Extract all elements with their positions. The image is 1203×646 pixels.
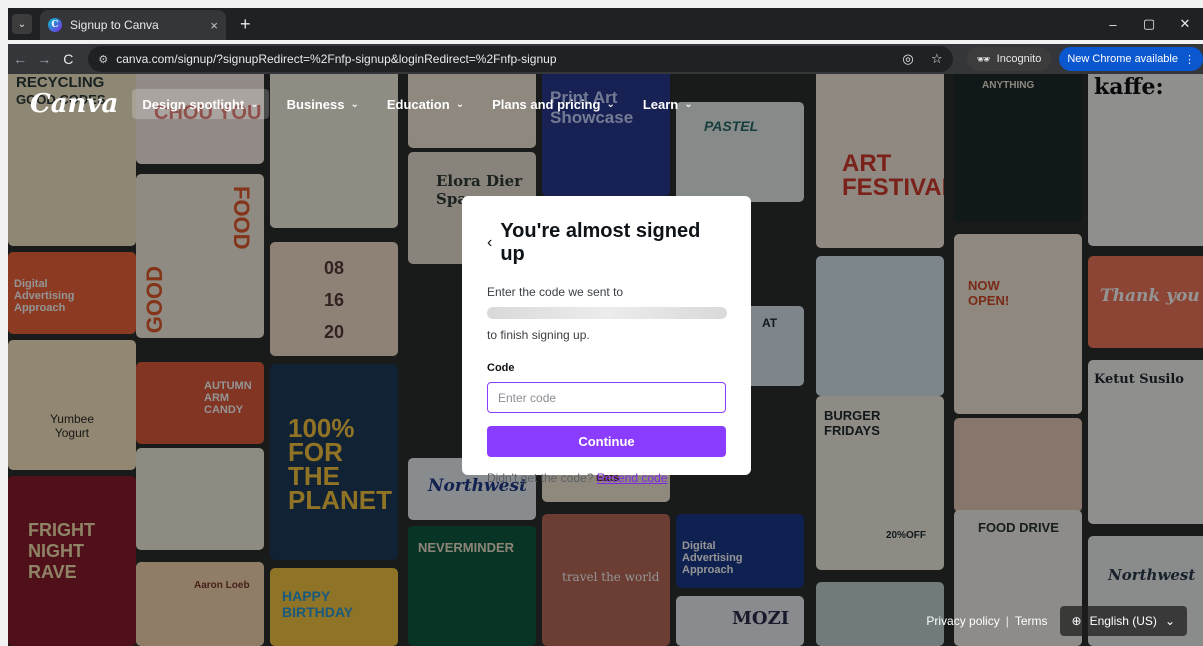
site-settings-icon[interactable]: ⚙: [98, 53, 108, 66]
chevron-down-icon: ⌄: [684, 98, 693, 110]
browser-toolbar: ← → C ⚙ canva.com/signup/?signupRedirect…: [8, 44, 1203, 74]
incognito-label: Incognito: [996, 53, 1042, 65]
chevron-down-icon: ⌄: [455, 98, 465, 110]
address-bar[interactable]: ⚙ canva.com/signup/?signupRedirect=%2Fnf…: [88, 46, 953, 72]
dialog-title-row: ‹ You're almost signed up: [487, 220, 726, 266]
language-selector[interactable]: ⊕ English (US) ⌄: [1059, 606, 1187, 636]
redacted-email: [487, 307, 727, 319]
language-label: English (US): [1089, 614, 1157, 628]
resend-code-link[interactable]: Resend code: [597, 471, 668, 485]
forward-icon[interactable]: →: [32, 51, 56, 67]
chevron-down-icon: ⌄: [1164, 614, 1175, 628]
tab-title: Signup to Canva: [70, 18, 159, 32]
top-navigation: Canva Design spotlight ⌄ Business ⌄ Educat…: [8, 74, 1203, 134]
terms-link[interactable]: Terms: [1015, 614, 1048, 628]
tab-close-icon[interactable]: ×: [210, 18, 218, 33]
instruction-text: Enter the code we sent to: [487, 285, 624, 299]
close-window-icon[interactable]: ✕: [1167, 16, 1203, 32]
window-controls: – ▢ ✕: [1095, 8, 1203, 40]
incognito-badge[interactable]: 🕶 Incognito: [966, 47, 1052, 71]
privacy-policy-link[interactable]: Privacy policy: [926, 614, 999, 628]
verification-code-dialog: ‹ You're almost signed up Enter the code…: [462, 196, 751, 485]
nav-item-business[interactable]: Business ⌄: [277, 89, 369, 119]
code-input[interactable]: [487, 382, 726, 413]
browser-tab[interactable]: C Signup to Canva ×: [40, 10, 226, 40]
globe-icon: ⊕: [1071, 614, 1082, 628]
nav-item-learn[interactable]: Learn ⌄: [633, 89, 703, 119]
chevron-down-icon: ⌄: [606, 98, 615, 110]
canva-favicon-icon: C: [48, 18, 62, 32]
reload-icon[interactable]: C: [56, 51, 80, 67]
incognito-icon: 🕶: [976, 53, 991, 66]
minimize-icon[interactable]: –: [1095, 17, 1131, 32]
restore-icon[interactable]: ▢: [1131, 16, 1167, 32]
new-tab-button[interactable]: +: [240, 14, 251, 35]
eye-slash-icon[interactable]: ◎: [902, 51, 913, 66]
back-chevron-icon[interactable]: ‹: [487, 234, 492, 252]
instruction-text-2: to finish signing up.: [487, 328, 590, 342]
resend-row: Didn't get the code? Resend code: [487, 471, 726, 485]
new-chrome-label: New Chrome available: [1067, 53, 1178, 65]
nav-item-education[interactable]: Education ⌄: [377, 89, 474, 119]
canva-signup-page: RECYCLING GOOD CODES Digital Advertising…: [8, 74, 1203, 646]
chevron-down-icon: ⌄: [250, 98, 259, 110]
page-footer: Privacy policy | Terms ⊕ English (US) ⌄: [926, 606, 1187, 636]
url-text: canva.com/signup/?signupRedirect=%2Fnfp-…: [116, 52, 557, 66]
back-icon[interactable]: ←: [8, 51, 32, 67]
code-label: Code: [487, 362, 515, 374]
browser-tab-strip: ⌄ C Signup to Canva × + – ▢ ✕: [8, 8, 1203, 40]
nav-item-plans-and-pricing[interactable]: Plans and pricing ⌄: [482, 89, 625, 119]
footer-separator: |: [1005, 614, 1009, 628]
continue-button[interactable]: Continue: [487, 426, 726, 457]
nav-item-design-spotlight[interactable]: Design spotlight ⌄: [132, 89, 269, 119]
new-chrome-available-button[interactable]: New Chrome available ⋮: [1059, 47, 1203, 71]
dialog-title: You're almost signed up: [500, 220, 701, 265]
chevron-down-icon: ⌄: [350, 98, 359, 110]
more-menu-icon[interactable]: ⋮: [1184, 53, 1195, 66]
bookmark-star-icon[interactable]: ☆: [931, 51, 943, 66]
resend-prompt: Didn't get the code?: [487, 471, 594, 485]
canva-logo[interactable]: Canva: [30, 89, 118, 119]
tab-search-menu-icon[interactable]: ⌄: [12, 14, 32, 34]
